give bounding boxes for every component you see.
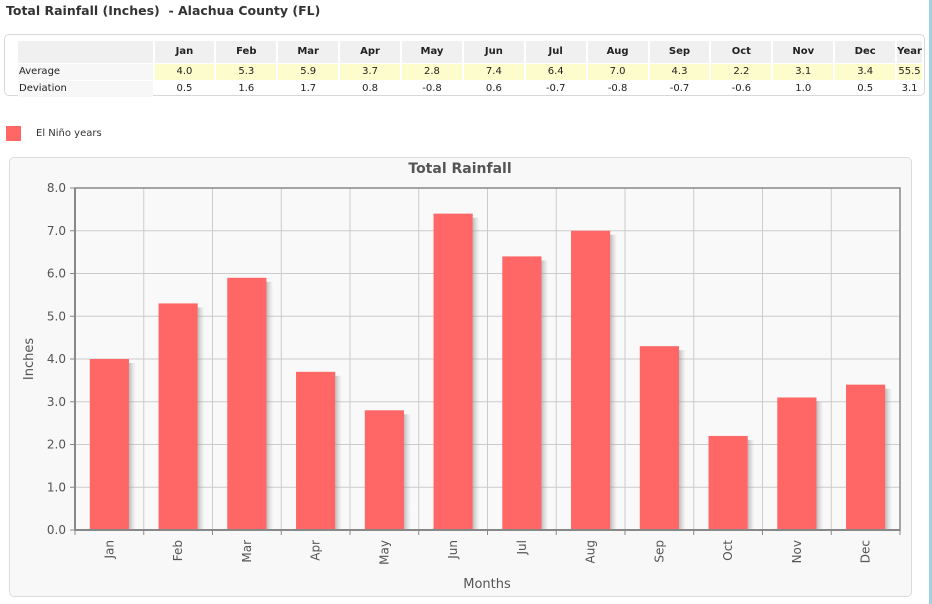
bar-shadow	[403, 414, 411, 530]
x-tick-label: Jul	[515, 540, 529, 555]
bar-shadow	[610, 234, 618, 530]
y-tick-label: 6.0	[47, 267, 66, 281]
y-tick-label: 4.0	[47, 352, 66, 366]
x-tick-label: Sep	[652, 540, 666, 563]
bar-shadow	[472, 217, 480, 530]
x-tick-label: May	[377, 540, 391, 565]
bar-mar[interactable]	[227, 277, 267, 530]
bar-shadow	[678, 350, 686, 530]
bar-may[interactable]	[364, 410, 404, 530]
bar-apr[interactable]	[296, 371, 336, 530]
bar-nov[interactable]	[777, 397, 817, 530]
x-tick-label: Nov	[790, 540, 804, 563]
bar-jul[interactable]	[502, 256, 542, 530]
x-tick-label: Feb	[171, 540, 185, 561]
x-tick-label: Aug	[584, 540, 598, 563]
bar-shadow	[816, 401, 824, 530]
x-tick-label: Jun	[446, 540, 460, 560]
bar-jun[interactable]	[433, 213, 473, 530]
x-tick-label: Oct	[721, 540, 735, 561]
y-tick-label: 1.0	[47, 480, 66, 494]
x-tick-label: Dec	[859, 540, 873, 563]
bar-shadow	[266, 281, 274, 530]
chart-title: Total Rainfall	[408, 161, 511, 177]
y-tick-label: 3.0	[47, 395, 66, 409]
bar-shadow	[197, 307, 205, 530]
x-tick-label: Jan	[102, 540, 116, 560]
bar-dec[interactable]	[846, 384, 886, 530]
y-tick-label: 2.0	[47, 438, 66, 452]
bar-chart: 0.0 1.0 2.0 3.0 4.0 5.0 6.0 7.0 8.0 Jan Feb Mar Apr M…	[22, 161, 901, 592]
x-tick-label: Apr	[309, 540, 323, 561]
bar-feb[interactable]	[158, 303, 198, 530]
y-axis-label: Inches	[22, 338, 37, 380]
bar-shadow	[335, 375, 343, 530]
x-tick-label: Mar	[240, 540, 254, 563]
y-tick-label: 0.0	[47, 523, 66, 537]
y-tick-label: 7.0	[47, 224, 66, 238]
x-axis-label: Months	[463, 577, 511, 592]
y-tick-label: 5.0	[47, 309, 66, 323]
bar-aug[interactable]	[571, 230, 611, 530]
bar-shadow	[747, 439, 755, 530]
bar-oct[interactable]	[708, 435, 748, 530]
bar-shadow	[128, 363, 136, 530]
bar-sep[interactable]	[639, 346, 679, 530]
bar-shadow	[885, 388, 893, 530]
y-tick-label: 8.0	[47, 181, 66, 195]
bar-shadow	[541, 260, 549, 530]
bar-jan[interactable]	[89, 359, 129, 530]
